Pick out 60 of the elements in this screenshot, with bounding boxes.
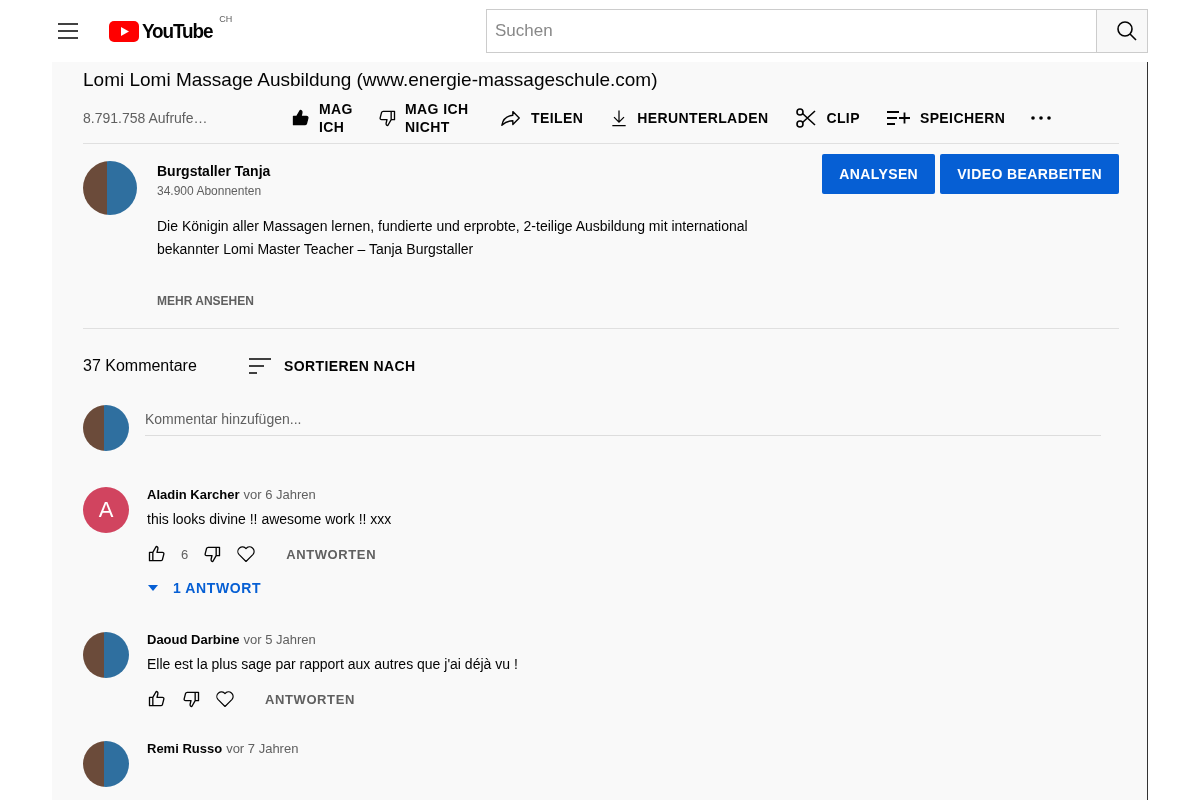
description-line: bekannter Lomi Master Teacher – Tanja Burgstaller [157, 240, 475, 259]
comment-time[interactable]: vor 5 Jahren [243, 632, 316, 647]
view-replies-button[interactable]: 1 ANTWORT [147, 580, 392, 596]
letter-avatar: A [83, 487, 129, 533]
clip-button[interactable]: CLIP [794, 106, 860, 130]
comment-text: this looks divine !! awesome work !! xxx [147, 511, 392, 527]
heart-icon [236, 544, 257, 564]
more-dots-icon [1031, 116, 1052, 120]
logo-text[interactable]: YouTube [142, 19, 213, 43]
show-more-link[interactable]: MEHR ANSEHEN [157, 294, 254, 308]
save-button[interactable]: SPEICHERN [885, 108, 1006, 128]
heart-button[interactable] [215, 689, 235, 709]
description-line: Die Königin aller Massagen lernen, fundierte und erprobte, 2-teilige Ausbildung mit international [157, 217, 749, 236]
thumbs-up-icon [291, 108, 311, 128]
caret-icon [147, 584, 159, 592]
search-button[interactable] [1096, 9, 1148, 53]
comment-time[interactable]: vor 6 Jahren [243, 487, 316, 502]
like-count: 6 [181, 546, 189, 562]
action-button[interactable]: ANALYSEN [822, 154, 936, 194]
avatar-photo [83, 405, 129, 451]
dislike-button[interactable] [181, 689, 201, 709]
comment-author[interactable]: Daoud Darbine [147, 632, 240, 647]
channel-name[interactable]: Burgstaller Tanja [157, 163, 271, 179]
comment-author[interactable]: Remi Russo [147, 741, 223, 756]
reply-button[interactable]: ANTWORTEN [286, 546, 377, 562]
comment-count: 37 Kommentare [83, 357, 198, 375]
avatar-photo [83, 632, 129, 678]
download-button[interactable]: HERUNTERLADEN [609, 107, 769, 129]
reply-button[interactable]: ANTWORTEN [265, 691, 355, 707]
share-button[interactable]: TEILEN [499, 107, 584, 129]
menu-icon[interactable] [57, 22, 79, 40]
thumbs-up-icon [147, 689, 167, 709]
comment-text: Elle est la plus sage par rapport aux autres que j'ai déjà vu ! [147, 656, 518, 672]
like-button[interactable] [147, 689, 167, 709]
comment-author[interactable]: Aladin Karcher [147, 487, 240, 502]
play-logo-icon[interactable] [109, 20, 139, 42]
avatar-photo [83, 161, 137, 215]
thumbs-down-icon [181, 689, 201, 709]
sort-button[interactable]: SORTIEREN NACH [248, 357, 416, 375]
sort-icon [248, 357, 272, 375]
avatar-photo [83, 741, 129, 787]
playlist-add-icon [885, 108, 912, 128]
thumbs-down-icon [202, 544, 223, 564]
more-button[interactable] [1031, 116, 1052, 120]
thumbs-down-icon [377, 108, 397, 128]
like-button[interactable] [147, 544, 167, 564]
heart-button[interactable] [236, 544, 257, 564]
video-title: Lomi Lomi Massage Ausbildung (www.energie-massageschule.com) [83, 68, 659, 92]
heart-icon [215, 689, 235, 709]
subscriber-count: 34.900 Abonnenten [157, 184, 263, 198]
country-code: CH [219, 14, 233, 24]
comment-input-field[interactable]: Kommentar hinzufügen... [145, 406, 1101, 436]
view-count: 8.791.758 Aufrufe… [83, 110, 209, 126]
search-icon [1115, 19, 1139, 43]
search-field[interactable]: Suchen [486, 9, 1096, 53]
action-button[interactable]: VIDEO BEARBEITEN [940, 154, 1119, 194]
dislike-button[interactable] [202, 544, 223, 564]
thumbs-up-icon [147, 544, 167, 564]
comment-time[interactable]: vor 7 Jahren [226, 741, 299, 756]
dislike-button[interactable]: MAG ICH NICHT [377, 100, 477, 136]
